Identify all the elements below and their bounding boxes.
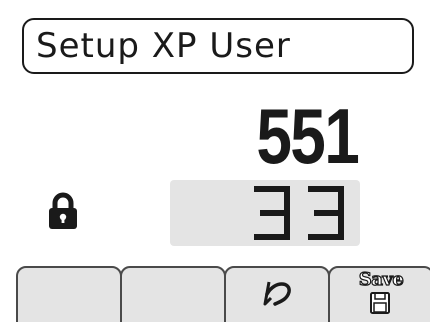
softkey-1[interactable]: [16, 266, 122, 322]
softkey-2[interactable]: [120, 266, 226, 322]
device-screen: Setup XP User 551 33: [0, 0, 430, 322]
softkey-undo[interactable]: [224, 266, 330, 322]
page-title: Setup XP User: [36, 26, 291, 66]
secondary-value-field[interactable]: 33: [170, 180, 360, 246]
save-label: Save: [358, 268, 404, 290]
save-icon: [370, 292, 390, 314]
softkey-save[interactable]: Save: [328, 266, 430, 322]
softkey-row: Save: [0, 266, 430, 322]
undo-icon: [263, 281, 291, 306]
title-bar: Setup XP User: [22, 18, 414, 74]
lock-icon: [49, 192, 77, 229]
secondary-value-display: [254, 186, 344, 240]
primary-value: 551: [256, 92, 359, 180]
